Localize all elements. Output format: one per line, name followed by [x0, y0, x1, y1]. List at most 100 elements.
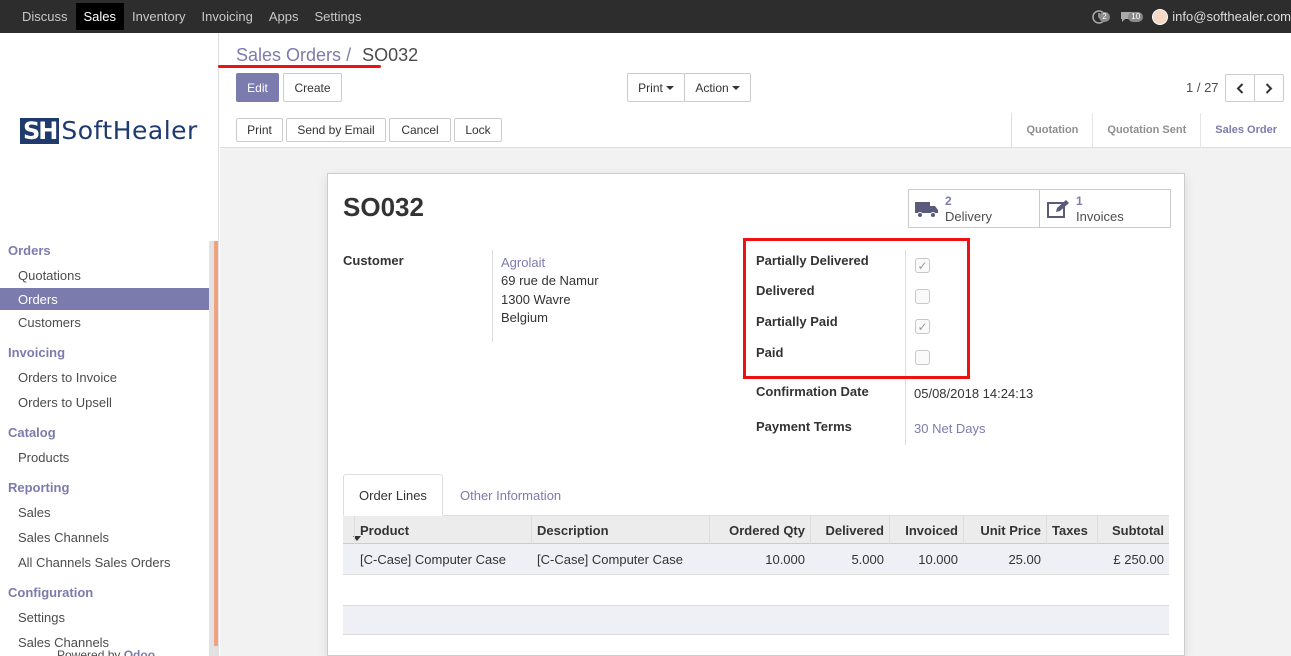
cancel-button[interactable]: Cancel [389, 118, 451, 142]
cell-invoiced: 10.000 [918, 552, 958, 567]
menu-settings[interactable]: Settings [306, 0, 369, 33]
pager-next-button[interactable] [1254, 74, 1284, 102]
table-footer [343, 605, 1169, 635]
invoices-count: 1 [1076, 193, 1083, 208]
breadcrumb-highlight-underline [218, 65, 381, 68]
activity-icon[interactable]: 2 [1092, 9, 1110, 24]
menu-sales[interactable]: Sales [75, 3, 125, 30]
delivery-count: 2 [945, 193, 952, 208]
chevron-left-icon [1236, 82, 1244, 94]
sidebar: SH SoftHealer Orders Quotations Orders C… [0, 33, 219, 656]
systray: 2 10 info@softhealer.com [1092, 0, 1291, 33]
breadcrumb-sales-orders[interactable]: Sales Orders [236, 45, 341, 65]
status-quotation-sent[interactable]: Quotation Sent [1093, 113, 1202, 147]
menu-apps[interactable]: Apps [261, 0, 307, 33]
sidebar-section-catalog: Catalog [8, 425, 56, 440]
cell-taxes [1046, 544, 1097, 575]
sidebar-section-configuration: Configuration [8, 585, 94, 600]
sidebar-item-quotations[interactable]: Quotations [0, 263, 209, 288]
column-ordered-qty[interactable]: Ordered Qty [709, 516, 810, 544]
sidebar-item-orders[interactable]: Orders [0, 288, 209, 310]
pager-previous-button[interactable] [1225, 74, 1255, 102]
column-description[interactable]: Description [531, 516, 709, 544]
invoices-label: Invoices [1076, 208, 1124, 224]
chevron-down-icon [665, 85, 674, 90]
sidebar-section-invoicing: Invoicing [8, 345, 66, 360]
cell-unit-price: 25.00 [1008, 552, 1041, 567]
send-by-email-button[interactable]: Send by Email [286, 118, 386, 142]
action-dropdown[interactable]: Action [684, 73, 751, 102]
sidebar-item-settings[interactable]: Settings [0, 605, 209, 630]
truck-icon [909, 199, 945, 219]
sidebar-item-orders-to-upsell[interactable]: Orders to Upsell [0, 390, 209, 415]
logo-mark: SH [20, 117, 60, 144]
sidebar-item-sales[interactable]: Sales [0, 500, 209, 525]
sidebar-item-all-channels-sales-orders[interactable]: All Channels Sales Orders [0, 550, 209, 575]
create-button[interactable]: Create [283, 73, 342, 102]
menu-discuss[interactable]: Discuss [14, 0, 76, 33]
sidebar-menu: Orders Quotations Orders Customers Invoi… [0, 238, 209, 655]
sidebar-item-orders-to-invoice[interactable]: Orders to Invoice [0, 365, 209, 390]
column-unit-price[interactable]: Unit Price [963, 516, 1046, 544]
tab-order-lines[interactable]: Order Lines [343, 474, 443, 516]
user-menu[interactable]: info@softhealer.com [1152, 8, 1291, 25]
company-logo: SH SoftHealer [20, 116, 198, 145]
menu-inventory[interactable]: Inventory [124, 0, 193, 33]
print-dropdown-label: Print [638, 80, 663, 95]
action-dropdown-label: Action [695, 80, 729, 95]
column-product[interactable]: Product [354, 516, 531, 544]
order-title: SO032 [343, 192, 424, 222]
column-subtotal[interactable]: Subtotal [1097, 516, 1169, 544]
customer-label: Customer [343, 253, 404, 268]
payment-terms-value[interactable]: 30 Net Days [914, 421, 986, 436]
powered-by-brand[interactable]: Odoo [124, 648, 155, 656]
print-button[interactable]: Print [236, 118, 283, 142]
status-bar: Quotation Quotation Sent Sales Order [1011, 113, 1291, 147]
tab-other-information[interactable]: Other Information [445, 474, 576, 516]
activity-count-badge: 2 [1099, 11, 1110, 22]
sidebar-section-reporting: Reporting [8, 480, 70, 495]
customer-address-line-2: 1300 Wavre [501, 292, 571, 307]
sidebar-scroll-thumb[interactable] [214, 241, 218, 646]
sidebar-item-products[interactable]: Products [0, 445, 209, 470]
sidebar-item-sales-channels[interactable]: Sales Channels [0, 525, 209, 550]
messages-icon[interactable]: 10 [1120, 10, 1144, 24]
sidebar-item-customers[interactable]: Customers [0, 310, 209, 335]
cell-delivered: 5.000 [851, 552, 884, 567]
payment-terms-label: Payment Terms [756, 419, 852, 434]
powered-by: Powered by Odoo [57, 648, 155, 656]
edit-button[interactable]: Edit [236, 73, 279, 102]
breadcrumb-current: SO032 [362, 45, 419, 65]
app-menu: Discuss Sales Inventory Invoicing Apps S… [0, 0, 369, 33]
customer-name[interactable]: Agrolait [501, 255, 545, 270]
cell-ordered-qty: 10.000 [765, 552, 805, 567]
cell-description: [C-Case] Computer Case [537, 552, 683, 567]
cell-product: [C-Case] Computer Case [360, 552, 506, 567]
edit-icon [1040, 199, 1076, 219]
chevron-down-icon [731, 85, 740, 90]
menu-invoicing[interactable]: Invoicing [194, 0, 261, 33]
lock-button[interactable]: Lock [454, 118, 502, 142]
print-dropdown[interactable]: Print [627, 73, 685, 102]
cell-subtotal: £ 250.00 [1113, 552, 1164, 567]
customer-address-line-3: Belgium [501, 310, 548, 325]
status-quotation[interactable]: Quotation [1012, 113, 1094, 147]
column-invoiced[interactable]: Invoiced [889, 516, 963, 544]
sidebar-section-orders: Orders [8, 243, 51, 258]
pager-value[interactable]: 1 / 27 [1186, 80, 1219, 95]
table-row[interactable]: [C-Case] Computer Case [C-Case] Computer… [343, 544, 1169, 575]
delivery-smart-button[interactable]: 2 Delivery [908, 189, 1040, 228]
confirmation-date-value: 05/08/2018 14:24:13 [914, 386, 1034, 401]
invoices-smart-button[interactable]: 1 Invoices [1039, 189, 1171, 228]
chevron-right-icon [1265, 82, 1273, 94]
logo-text: SoftHealer [61, 116, 198, 145]
messages-count-badge: 10 [1128, 11, 1144, 22]
breadcrumb: Sales Orders / SO032 [236, 45, 418, 66]
avatar [1152, 8, 1169, 25]
column-taxes[interactable]: Taxes [1046, 516, 1097, 544]
customer-divider [492, 250, 493, 342]
sidebar-scrollbar[interactable] [209, 241, 219, 656]
status-sales-order[interactable]: Sales Order [1201, 113, 1291, 147]
top-navbar: Discuss Sales Inventory Invoicing Apps S… [0, 0, 1291, 33]
column-delivered[interactable]: Delivered [810, 516, 889, 544]
